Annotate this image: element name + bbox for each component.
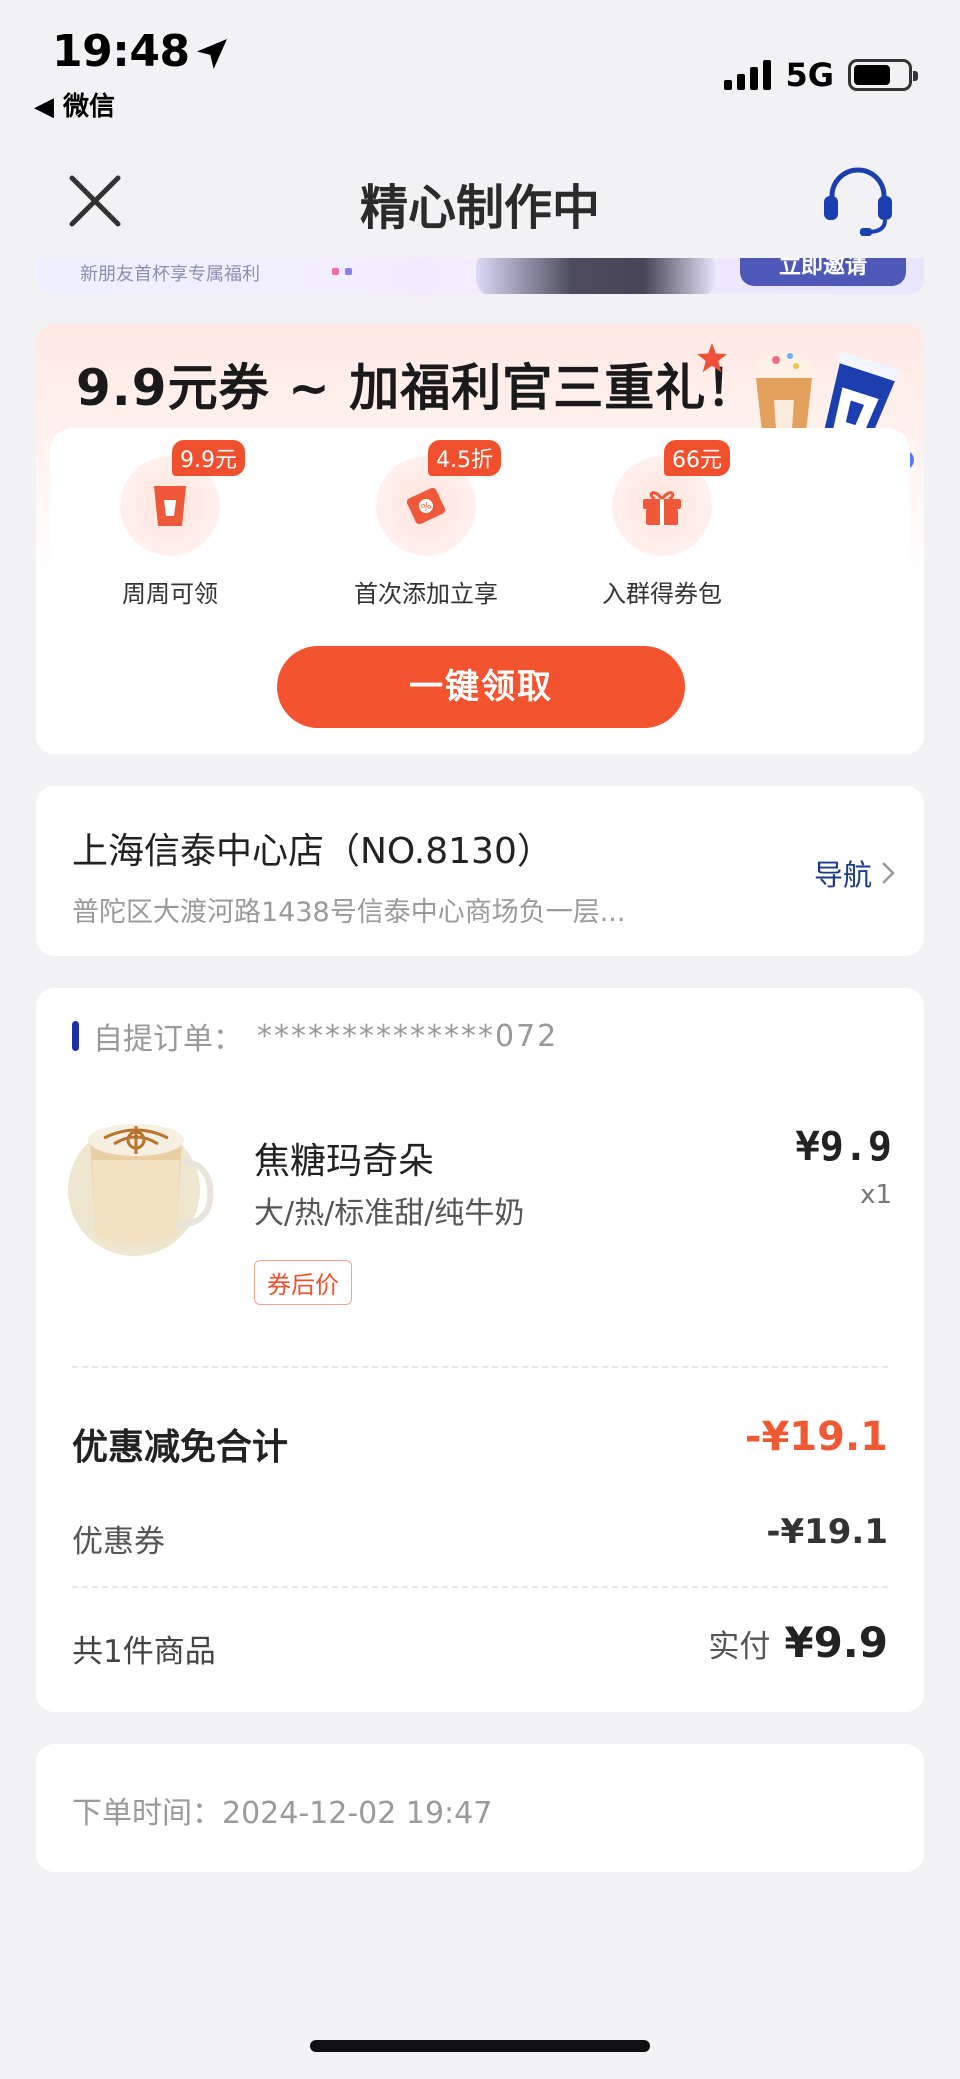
product-spec: 大/热/标准甜/纯牛奶 xyxy=(254,1196,525,1231)
order-header: 自提订单： **************072 xyxy=(72,1014,558,1058)
back-to-wechat[interactable]: ◀ 微信 xyxy=(34,86,115,123)
benefit-first-add[interactable]: % 4.5折 首次添加立享 xyxy=(326,440,526,609)
gift-icon xyxy=(643,491,681,525)
benefit-badge: 9.9元 xyxy=(172,440,245,476)
benefit-badge: 4.5折 xyxy=(428,440,501,476)
benefit-label: 周周可领 xyxy=(122,580,218,608)
ticket-icon: % xyxy=(406,487,446,525)
navigate-button[interactable]: 导航 xyxy=(814,852,896,894)
page-title: 精心制作中 xyxy=(359,180,600,236)
accent-bar xyxy=(72,1021,79,1051)
discount-total-value: -¥19.1 xyxy=(744,1414,888,1460)
store-address: 普陀区大渡河路1438号信泰中心商场负一层... xyxy=(72,897,626,928)
benefit-panel: 9.9元 周周可领 % 4.5折 首次添加立享 66元 入群得券包 一键领取 xyxy=(50,428,910,740)
product-quantity: x1 xyxy=(860,1180,892,1210)
order-time-card: 下单时间：2024-12-02 19:47 xyxy=(36,1744,924,1872)
battery-icon xyxy=(848,59,918,91)
nav-bar: 精心制作中 xyxy=(0,148,960,258)
item-count: 共1件商品 xyxy=(72,1634,216,1670)
promo-title: 9.9元券 ~ 加福利官三重礼！ xyxy=(76,359,758,417)
signal-icon xyxy=(724,60,772,90)
invite-banner[interactable]: 新朋友首杯享专属福利 立即邀请 xyxy=(36,258,924,294)
benefit-icon-circle: 9.9元 xyxy=(120,440,245,556)
claim-all-button[interactable]: 一键领取 xyxy=(277,646,685,728)
order-card: 自提订单： **************072 焦糖玛奇朵 大/热/标准甜/纯牛… xyxy=(36,988,924,1712)
discount-total-label: 优惠减免合计 xyxy=(72,1427,289,1468)
headset-icon[interactable] xyxy=(820,160,896,240)
invite-banner-text: 新朋友首杯享专属福利 xyxy=(80,264,260,285)
divider xyxy=(72,1586,888,1588)
order-type-label: 自提订单： xyxy=(93,1022,243,1057)
store-card: 上海信泰中心店（NO.8130） 普陀区大渡河路1438号信泰中心商场负一层..… xyxy=(36,786,924,956)
network-type: 5G xyxy=(785,56,834,94)
coupon-value: -¥19.1 xyxy=(766,1512,888,1552)
status-indicators: 5G xyxy=(724,56,918,94)
product-image xyxy=(68,1124,214,1256)
product-price: ¥9.9 xyxy=(795,1124,892,1170)
navigate-label: 导航 xyxy=(813,858,872,892)
paid-summary: 实付 ¥9.9 xyxy=(708,1618,888,1667)
benefit-icon-circle: % 4.5折 xyxy=(376,440,501,556)
benefit-icon-circle: 66元 xyxy=(612,440,730,556)
coupon-label: 优惠券 xyxy=(72,1524,165,1560)
order-number: **************072 xyxy=(257,1018,559,1054)
home-indicator[interactable] xyxy=(310,2040,650,2052)
store-name: 上海信泰中心店（NO.8130） xyxy=(72,831,553,872)
benefit-badge: 66元 xyxy=(664,440,730,476)
benefit-label: 首次添加立享 xyxy=(354,580,498,608)
order-time: 下单时间：2024-12-02 19:47 xyxy=(72,1796,493,1831)
benefit-label: 入群得券包 xyxy=(602,580,722,608)
product-name: 焦糖玛奇朵 xyxy=(254,1141,435,1182)
chevron-right-icon xyxy=(882,862,895,884)
status-time: 19:48 xyxy=(52,26,190,77)
benefit-group[interactable]: 66元 入群得券包 xyxy=(562,440,762,609)
after-coupon-tag: 券后价 xyxy=(254,1260,352,1305)
coupon-promo-card: 9.9元券 ~ 加福利官三重礼！ 9.9元 周周可领 % 4.5折 首次添加立享… xyxy=(36,324,924,754)
paid-label: 实付 xyxy=(708,1629,771,1665)
divider xyxy=(72,1366,888,1368)
invite-button[interactable]: 立即邀请 xyxy=(740,258,906,286)
coupon-cup-icon xyxy=(154,486,186,526)
banner-art xyxy=(476,258,716,294)
paid-amount: ¥9.9 xyxy=(784,1618,888,1667)
banner-dots xyxy=(332,268,352,275)
location-arrow-icon xyxy=(197,39,227,69)
benefit-weekly[interactable]: 9.9元 周周可领 xyxy=(70,440,270,609)
order-status-page: 19:48 ◀ 微信 5G 精心制作中 新朋友首杯享专属福利 立即邀请 9.9元 xyxy=(0,0,960,2079)
